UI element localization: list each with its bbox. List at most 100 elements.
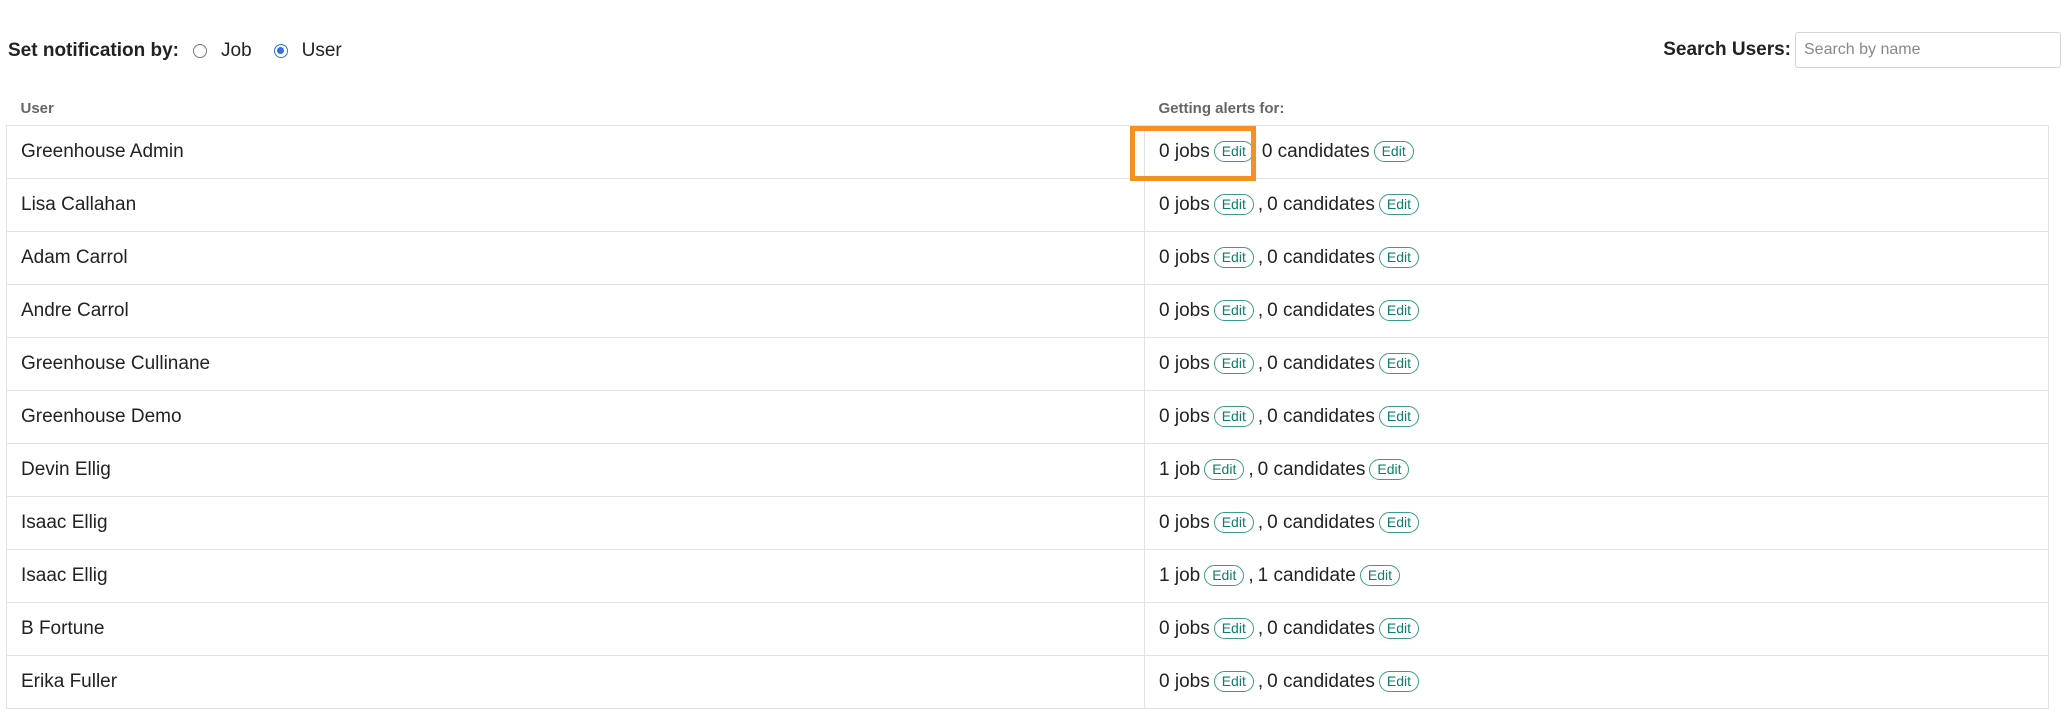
candidates-count: 0 candidates xyxy=(1267,194,1375,215)
alerts-cell: 0 jobs Edit, 0 candidates Edit xyxy=(1144,390,2049,444)
alerts-cell: 1 job Edit, 0 candidates Edit xyxy=(1144,443,2049,497)
separator: , xyxy=(1257,618,1264,639)
candidates-count: 0 candidates xyxy=(1261,141,1370,162)
edit-candidates-button[interactable]: Edit xyxy=(1378,671,1419,692)
user-alerts-table: User Getting alerts for: Greenhouse Admi… xyxy=(6,91,2049,709)
jobs-count: 0 jobs xyxy=(1159,247,1210,268)
candidates-count: 0 candidates xyxy=(1267,618,1375,639)
alerts-cell: 0 jobs Edit, 0 candidates Edit xyxy=(1144,337,2049,391)
user-name: Devin Ellig xyxy=(21,459,111,480)
table-row: Greenhouse Admin 0 jobs Edit 0 candidates Ed… xyxy=(6,125,2049,179)
table-row: Isaac Ellig 1 job Edit, 1 candidate Edit xyxy=(6,549,2049,603)
alerts-cell: 0 jobs Edit 0 candidates Edit xyxy=(1144,125,2049,179)
table-row: Andre Carrol 0 jobs Edit, 0 candidates Edit xyxy=(6,284,2049,338)
table-row: Isaac Ellig 0 jobs Edit, 0 candidates Edit xyxy=(6,496,2049,550)
edit-candidates-button[interactable]: Edit xyxy=(1378,406,1419,427)
candidates-count: 0 candidates xyxy=(1267,406,1375,427)
table-row: Erika Fuller 0 jobs Edit, 0 candidates Edit xyxy=(6,655,2049,709)
user-name-cell: Lisa Callahan xyxy=(6,178,1145,232)
separator: , xyxy=(1257,512,1264,533)
separator: , xyxy=(1257,671,1264,692)
user-name: Adam Carrol xyxy=(21,247,128,268)
alerts-cell: 0 jobs Edit, 0 candidates Edit xyxy=(1144,231,2049,285)
edit-jobs-button[interactable]: Edit xyxy=(1213,353,1254,374)
edit-candidates-button[interactable]: Edit xyxy=(1369,459,1410,480)
edit-jobs-button[interactable]: Edit xyxy=(1213,300,1254,321)
edit-jobs-button[interactable]: Edit xyxy=(1213,406,1254,427)
candidates-count: 0 candidates xyxy=(1267,512,1375,533)
search-users: Search Users: xyxy=(1663,32,2061,68)
user-name-cell: Erika Fuller xyxy=(6,655,1145,709)
edit-jobs-button[interactable]: Edit xyxy=(1213,141,1254,162)
radio-user-circle[interactable] xyxy=(273,44,288,58)
jobs-count: 1 job xyxy=(1159,459,1201,480)
candidates-count: 0 candidates xyxy=(1257,459,1366,480)
edit-jobs-button[interactable]: Edit xyxy=(1213,618,1254,639)
header-alerts: Getting alerts for: xyxy=(1158,99,1285,117)
user-name-cell: Adam Carrol xyxy=(6,231,1145,285)
jobs-count: 0 jobs xyxy=(1159,300,1210,321)
table-row: Devin Ellig 1 job Edit, 0 candidates Edit xyxy=(6,443,2049,497)
edit-candidates-button[interactable]: Edit xyxy=(1378,300,1419,321)
table-body: Greenhouse Admin 0 jobs Edit 0 candidates Ed… xyxy=(6,125,2049,709)
separator: , xyxy=(1257,247,1264,268)
notify-by-label: Set notification by: xyxy=(8,40,179,61)
separator: , xyxy=(1257,194,1264,215)
jobs-count: 0 jobs xyxy=(1159,406,1210,427)
edit-jobs-button[interactable]: Edit xyxy=(1204,565,1245,586)
radio-user-label: User xyxy=(301,40,342,61)
header-user: User xyxy=(20,99,54,117)
table-header-row: User Getting alerts for: xyxy=(7,91,2049,126)
edit-jobs-button[interactable]: Edit xyxy=(1204,459,1245,480)
edit-candidates-button[interactable]: Edit xyxy=(1373,141,1414,162)
jobs-count: 0 jobs xyxy=(1159,512,1210,533)
radio-job-circle[interactable] xyxy=(193,44,207,58)
candidates-count: 0 candidates xyxy=(1267,300,1375,321)
alerts-cell: 0 jobs Edit, 0 candidates Edit xyxy=(1144,655,2049,709)
jobs-count: 0 jobs xyxy=(1159,141,1210,162)
separator: , xyxy=(1257,406,1264,427)
search-users-label: Search Users: xyxy=(1663,39,1791,60)
alerts-cell: 0 jobs Edit, 0 candidates Edit xyxy=(1144,178,2049,232)
edit-candidates-button[interactable]: Edit xyxy=(1378,247,1419,268)
candidates-count: 0 candidates xyxy=(1267,353,1375,374)
radio-user[interactable]: User xyxy=(273,40,342,62)
table-row: Lisa Callahan 0 jobs Edit, 0 candidates Edit xyxy=(6,178,2049,232)
alerts-cell: 0 jobs Edit, 0 candidates Edit xyxy=(1144,496,2049,550)
edit-candidates-button[interactable]: Edit xyxy=(1378,353,1419,374)
edit-jobs-button[interactable]: Edit xyxy=(1213,247,1254,268)
alerts-cell: 1 job Edit, 1 candidate Edit xyxy=(1144,549,2049,603)
user-name: Andre Carrol xyxy=(21,300,129,321)
candidates-count: 0 candidates xyxy=(1267,247,1375,268)
edit-candidates-button[interactable]: Edit xyxy=(1378,512,1419,533)
jobs-count: 0 jobs xyxy=(1159,194,1210,215)
candidates-count: 0 candidates xyxy=(1267,671,1375,692)
radio-job[interactable]: Job xyxy=(193,40,252,62)
jobs-count: 1 job xyxy=(1159,565,1201,586)
edit-candidates-button[interactable]: Edit xyxy=(1359,565,1400,586)
user-name: Lisa Callahan xyxy=(21,194,137,215)
user-name-cell: Greenhouse Admin xyxy=(6,125,1145,179)
edit-jobs-button[interactable]: Edit xyxy=(1213,671,1254,692)
user-name-cell: Devin Ellig xyxy=(6,443,1145,497)
search-input[interactable] xyxy=(1795,32,2061,68)
user-name-cell: Greenhouse Cullinane xyxy=(6,337,1145,391)
alerts-cell: 0 jobs Edit, 0 candidates Edit xyxy=(1144,602,2049,656)
user-name: Isaac Ellig xyxy=(21,565,108,586)
notification-toolbar: Set notification by: Job User Search Use… xyxy=(8,30,2061,72)
jobs-count: 0 jobs xyxy=(1159,618,1210,639)
user-name-cell: Greenhouse Demo xyxy=(6,390,1145,444)
user-name-cell: B Fortune xyxy=(6,602,1145,656)
edit-jobs-button[interactable]: Edit xyxy=(1213,512,1254,533)
edit-candidates-button[interactable]: Edit xyxy=(1378,194,1419,215)
separator: , xyxy=(1248,459,1254,480)
separator: , xyxy=(1248,565,1254,586)
user-name-cell: Andre Carrol xyxy=(6,284,1145,338)
edit-jobs-button[interactable]: Edit xyxy=(1213,194,1254,215)
user-name-cell: Isaac Ellig xyxy=(6,496,1145,550)
edit-candidates-button[interactable]: Edit xyxy=(1378,618,1419,639)
user-name-cell: Isaac Ellig xyxy=(6,549,1145,603)
user-name: Greenhouse Demo xyxy=(21,406,182,427)
user-name: Isaac Ellig xyxy=(21,512,108,533)
table-row: Adam Carrol 0 jobs Edit, 0 candidates Edit xyxy=(6,231,2049,285)
